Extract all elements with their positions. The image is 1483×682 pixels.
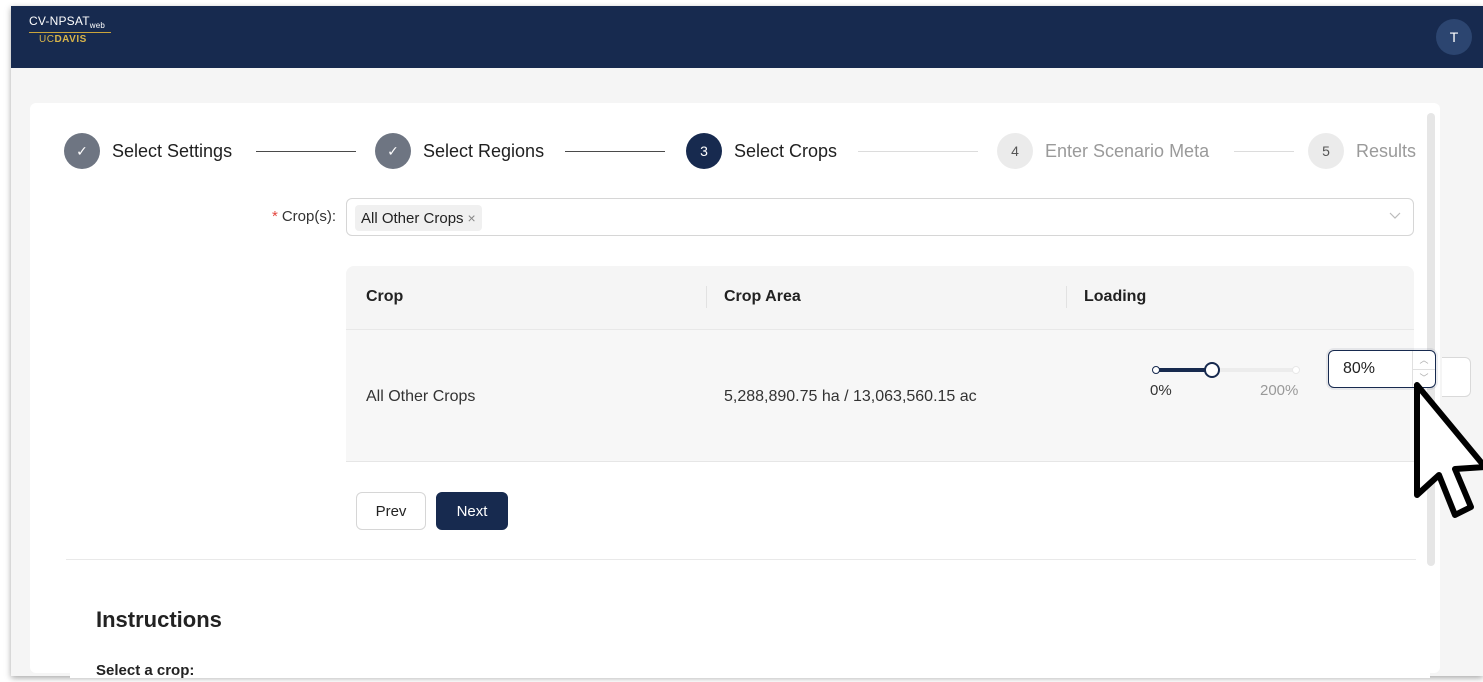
step-number: 4	[997, 133, 1033, 169]
step-select-settings[interactable]: ✓ Select Settings	[64, 131, 232, 171]
user-avatar[interactable]: T	[1436, 19, 1472, 55]
instructions-panel	[70, 568, 1430, 678]
step-label: Select Crops	[734, 140, 838, 161]
chevron-down-icon	[1389, 209, 1401, 223]
step-enter-scenario-meta[interactable]: 4 Enter Scenario Meta	[997, 131, 1209, 171]
tag-label: All Other Crops	[361, 209, 464, 227]
step-results[interactable]: 5 Results	[1308, 131, 1416, 171]
prev-button[interactable]: Prev	[356, 492, 426, 530]
crop-label-text: Crop(s):	[281, 208, 336, 225]
close-icon[interactable]: ×	[468, 210, 476, 226]
step-select-regions[interactable]: ✓ Select Regions	[375, 131, 544, 171]
step-label: Select Settings	[112, 140, 233, 161]
selected-crop-tag: All Other Crops ×	[355, 205, 482, 231]
crop-table: Crop Crop Area Loading All Other Crops 5…	[346, 266, 1436, 462]
loading-input-value: 80%	[1343, 360, 1376, 377]
step-number: 5	[1308, 133, 1344, 169]
step-label: Select Regions	[423, 140, 545, 161]
table-header: Crop Crop Area Loading	[346, 266, 1414, 330]
step-connector	[256, 151, 356, 152]
step-number: 3	[686, 133, 722, 169]
mouse-pointer-icon	[1414, 382, 1483, 518]
slider-max-label: 200%	[1260, 382, 1299, 399]
step-connector	[1234, 151, 1294, 152]
table-row: All Other Crops 5,288,890.75 ha / 13,063…	[346, 330, 1436, 462]
logo-org-prefix: UC	[39, 34, 55, 45]
step-connector	[565, 151, 665, 152]
logo-divider	[29, 32, 111, 33]
check-icon: ✓	[64, 133, 100, 169]
step-label: Results	[1356, 140, 1417, 161]
logo-title: CV-NPSAT	[29, 14, 90, 28]
crop-field-label: * Crop(s):	[180, 208, 336, 225]
step-connector	[858, 151, 978, 152]
column-header-crop-area: Crop Area	[724, 288, 801, 305]
step-select-crops[interactable]: 3 Select Crops	[686, 131, 837, 171]
loading-slider[interactable]	[1152, 360, 1300, 380]
step-label: Enter Scenario Meta	[1045, 140, 1210, 161]
avatar-initial: T	[1449, 29, 1459, 45]
required-mark: *	[271, 208, 278, 225]
section-divider	[66, 559, 1416, 560]
chevron-up-icon[interactable]: ︿	[1413, 351, 1435, 370]
cv-npsat-logo[interactable]: CV-NPSATweb UCDAVIS	[29, 14, 111, 45]
logo-subtitle: web	[89, 21, 106, 30]
crop-name-cell: All Other Crops	[366, 388, 476, 405]
top-navigation-bar: CV-NPSATweb UCDAVIS	[11, 6, 1483, 68]
check-icon: ✓	[375, 133, 411, 169]
instructions-title: Instructions	[96, 607, 222, 632]
slider-start-dot	[1152, 366, 1160, 374]
steps-wizard: ✓ Select Settings ✓ Select Regions 3 Sel…	[52, 131, 1422, 171]
instructions-subtitle: Select a crop:	[96, 662, 195, 679]
crop-area-cell: 5,288,890.75 ha / 13,063,560.15 ac	[724, 388, 977, 405]
next-button[interactable]: Next	[436, 492, 508, 530]
column-separator	[1066, 286, 1067, 308]
column-separator	[706, 286, 707, 308]
column-header-crop: Crop	[366, 288, 404, 305]
crop-multiselect[interactable]: All Other Crops ×	[346, 198, 1414, 236]
slider-end-dot	[1292, 366, 1300, 374]
column-header-loading: Loading	[1084, 288, 1147, 305]
logo-org: DAVIS	[54, 34, 87, 45]
slider-track	[1154, 368, 1212, 372]
ucdavis-logo: UCDAVIS	[29, 34, 111, 45]
slider-handle[interactable]	[1203, 362, 1220, 378]
slider-min-label: 0%	[1150, 382, 1172, 399]
